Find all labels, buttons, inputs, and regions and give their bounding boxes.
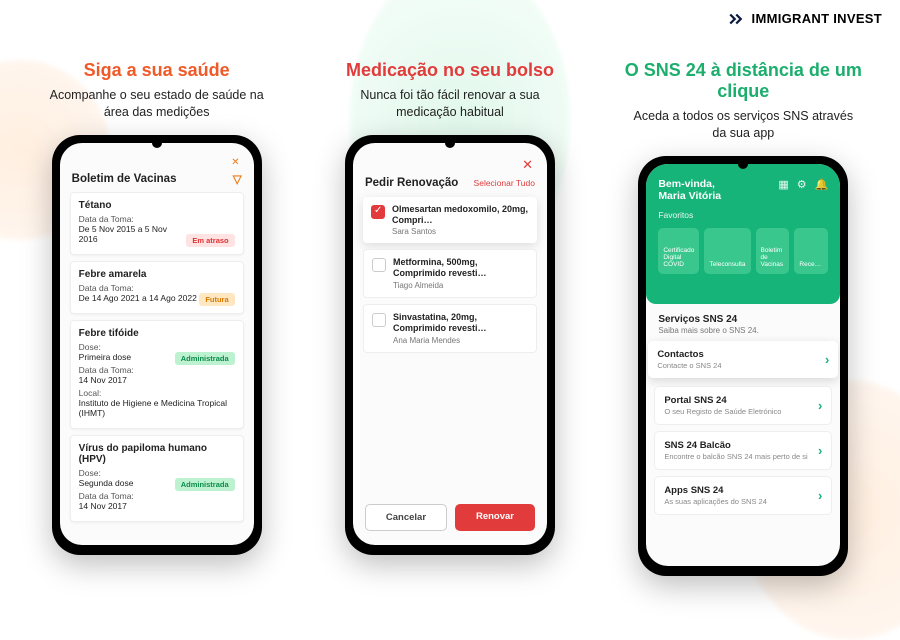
phone-mockup: ✕ Pedir Renovação Selecionar Tudo Olmesa…	[345, 135, 555, 555]
status-badge: Em atraso	[186, 234, 234, 247]
brand-name: IMMIGRANT INVEST	[752, 13, 882, 25]
gear-icon[interactable]: ⚙	[797, 178, 807, 191]
medication-item[interactable]: Metformina, 500mg, Comprimido revesti… T…	[363, 249, 537, 298]
favorite-tile[interactable]: Certificado Digital COVID	[658, 228, 699, 274]
status-badge: Administrada	[175, 352, 235, 365]
close-icon[interactable]: ✕	[231, 157, 239, 168]
vaccine-card[interactable]: Febre tifóide Dose: Primeira dose Admini…	[70, 320, 244, 429]
phone-mockup: Bem-vinda, Maria Vitória ▦ ⚙ 🔔 Favoritos	[638, 156, 848, 576]
phone-mockup: ✕ Boletim de Vacinas ▽ Tétano Data da To…	[52, 135, 262, 555]
favorite-tile[interactable]: Boletim de Vacinas	[756, 228, 790, 274]
promo-col-health: Siga a sua saúde Acompanhe o seu estado …	[17, 60, 297, 576]
favorites-label: Favoritos	[658, 210, 828, 220]
vaccines-heading: Boletim de Vacinas	[72, 173, 177, 185]
promo-subtitle: Acompanhe o seu estado de saúde na área …	[47, 87, 267, 121]
service-card[interactable]: Apps SNS 24 As suas aplicações do SNS 24…	[654, 476, 832, 515]
status-badge: Administrada	[175, 478, 235, 491]
checkbox[interactable]	[371, 205, 385, 219]
select-all-button[interactable]: Selecionar Tudo	[474, 178, 535, 188]
chevron-right-icon: ›	[818, 443, 822, 458]
renew-button[interactable]: Renovar	[455, 504, 535, 531]
service-card[interactable]: Contactos Contacte o SNS 24 ›	[648, 341, 838, 378]
chevron-right-icon: ›	[818, 488, 822, 503]
bell-icon[interactable]: 🔔	[815, 178, 829, 191]
brand-chevrons-icon	[728, 10, 746, 28]
close-icon[interactable]: ✕	[522, 157, 533, 172]
renew-heading: Pedir Renovação	[365, 177, 458, 189]
service-card[interactable]: SNS 24 Balcão Encontre o balcão SNS 24 m…	[654, 431, 832, 470]
checkbox[interactable]	[372, 258, 386, 272]
brand-logo: IMMIGRANT INVEST	[728, 10, 882, 28]
vaccine-card[interactable]: Vírus do papiloma humano (HPV) Dose: Seg…	[70, 435, 244, 522]
filter-icon[interactable]: ▽	[233, 172, 242, 186]
favorite-tile[interactable]: Rece…	[794, 228, 828, 274]
promo-col-medication: Medicação no seu bolso Nunca foi tão fác…	[310, 60, 590, 576]
service-card[interactable]: Portal SNS 24 O seu Registo de Saúde Ele…	[654, 386, 832, 425]
greeting-name: Maria Vitória	[658, 190, 721, 202]
promo-subtitle: Aceda a todos os serviços SNS através da…	[633, 108, 853, 142]
vaccine-card[interactable]: Tétano Data da Toma: De 5 Nov 2015 a 5 N…	[70, 192, 244, 255]
services-subheading: Saiba mais sobre o SNS 24.	[658, 326, 828, 335]
chevron-right-icon: ›	[818, 398, 822, 413]
promo-title: Siga a sua saúde	[84, 60, 230, 81]
checkbox[interactable]	[372, 313, 386, 327]
services-heading: Serviços SNS 24	[658, 314, 828, 325]
cancel-button[interactable]: Cancelar	[365, 504, 447, 531]
chevron-right-icon: ›	[825, 352, 829, 367]
medication-item[interactable]: Olmesartan medoxomilo, 20mg, Compri… Sar…	[363, 197, 537, 244]
calendar-icon[interactable]: ▦	[778, 178, 788, 191]
vaccine-card[interactable]: Febre amarela Data da Toma: De 14 Ago 20…	[70, 261, 244, 314]
promo-subtitle: Nunca foi tão fácil renovar a sua medica…	[340, 87, 560, 121]
medication-item[interactable]: Sinvastatina, 20mg, Comprimido revesti… …	[363, 304, 537, 353]
promo-col-sns24: O SNS 24 à distância de um clique Aceda …	[603, 60, 883, 576]
status-badge: Futura	[199, 293, 234, 306]
promo-title: Medicação no seu bolso	[346, 60, 554, 81]
promo-title: O SNS 24 à distância de um clique	[603, 60, 883, 102]
greeting-prefix: Bem-vinda,	[658, 178, 721, 190]
favorite-tile[interactable]: Teleconsulta	[704, 228, 750, 274]
